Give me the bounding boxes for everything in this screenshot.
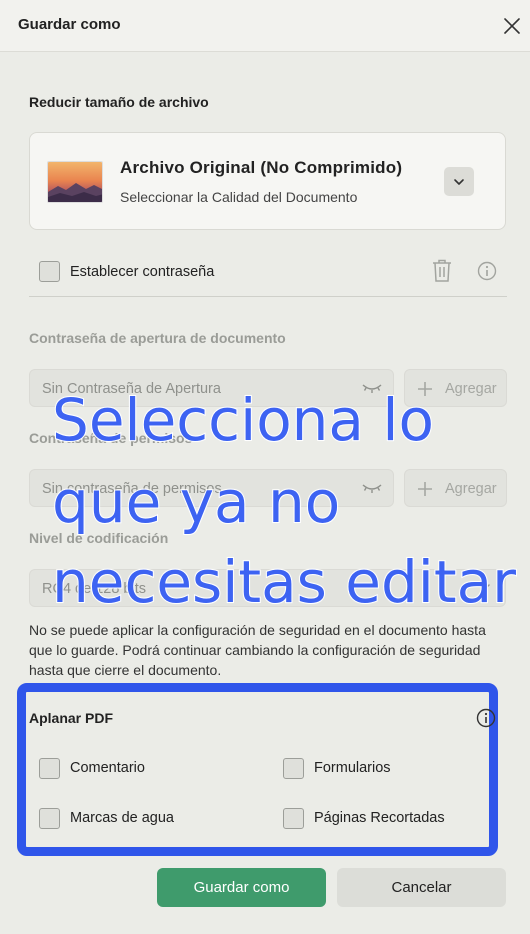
cancel-button[interactable]: Cancelar — [337, 868, 506, 907]
document-thumbnail — [47, 161, 103, 203]
flatten-info-button[interactable] — [476, 708, 496, 733]
title-bar: Guardar como — [0, 0, 530, 52]
chevron-down-icon — [480, 584, 490, 590]
open-password-field[interactable]: Sin Contraseña de Apertura — [29, 369, 394, 407]
encryption-level-select[interactable]: RC4 de 128 bits — [29, 569, 506, 607]
security-notice: No se puede aplicar la configuración de … — [29, 622, 486, 678]
encryption-level-label: Nivel de codificación — [29, 530, 169, 546]
flatten-cropped-pages-label: Páginas Recortadas — [314, 810, 445, 826]
flatten-comment-label: Comentario — [70, 760, 145, 776]
permissions-password-field[interactable]: Sin contraseña de permisos — [29, 469, 394, 507]
permissions-password-label: Contraseña de permisos — [29, 430, 193, 446]
flatten-watermarks-checkbox[interactable] — [39, 808, 60, 829]
encryption-level-value: RC4 de 128 bits — [42, 581, 146, 597]
add-open-password-button[interactable]: Agregar — [404, 369, 507, 407]
save-as-button[interactable]: Guardar como — [157, 868, 326, 907]
flatten-forms-checkbox[interactable] — [283, 758, 304, 779]
trash-icon — [433, 259, 451, 282]
flatten-cropped-pages-checkbox[interactable] — [283, 808, 304, 829]
section-divider — [29, 296, 507, 297]
dialog-title: Guardar como — [18, 16, 121, 33]
flatten-comment-checkbox[interactable] — [39, 758, 60, 779]
password-info-button[interactable] — [477, 261, 497, 286]
eye-closed-icon[interactable] — [361, 381, 383, 395]
plus-icon — [418, 482, 432, 496]
flatten-pdf-label: Aplanar PDF — [29, 710, 114, 726]
permissions-password-value: Sin contraseña de permisos — [42, 481, 222, 497]
flatten-forms-label: Formularios — [314, 760, 391, 776]
open-password-value: Sin Contraseña de Apertura — [42, 381, 221, 397]
flatten-watermarks-label: Marcas de agua — [70, 810, 174, 826]
add-permissions-password-button[interactable]: Agregar — [404, 469, 507, 507]
set-password-label: Establecer contraseña — [70, 264, 215, 280]
close-icon — [504, 18, 520, 34]
eye-closed-icon[interactable] — [361, 481, 383, 495]
chevron-down-icon — [454, 178, 464, 185]
set-password-checkbox[interactable] — [39, 261, 60, 282]
quality-card-subtitle: Seleccionar la Calidad del Documento — [120, 189, 358, 205]
reduce-size-label: Reducir tamaño de archivo — [29, 94, 209, 110]
delete-password-button[interactable] — [431, 258, 453, 288]
add-open-password-label: Agregar — [445, 381, 497, 397]
plus-icon — [418, 382, 432, 396]
quality-dropdown-button[interactable] — [444, 167, 474, 196]
quality-card-title: Archivo Original (No Comprimido) — [120, 158, 403, 177]
quality-selector-card[interactable]: Archivo Original (No Comprimido) Selecci… — [29, 132, 506, 230]
close-button[interactable] — [500, 14, 524, 38]
save-as-dialog: Guardar como Reducir tamaño de archivo A… — [0, 0, 530, 934]
info-icon — [476, 708, 496, 728]
open-password-label: Contraseña de apertura de documento — [29, 330, 286, 346]
add-permissions-password-label: Agregar — [445, 481, 497, 497]
info-icon — [477, 261, 497, 281]
